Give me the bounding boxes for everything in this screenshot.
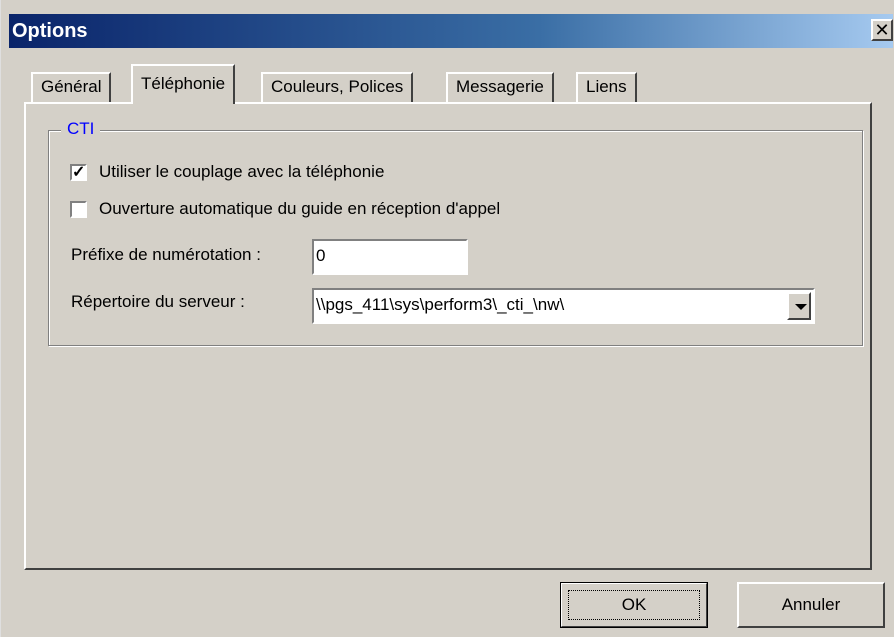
focus-rect xyxy=(568,590,700,620)
cancel-label: Annuler xyxy=(781,595,841,614)
title-bar: Options ✕ xyxy=(9,14,893,48)
tab-label: Téléphonie xyxy=(141,74,226,93)
dropdown-button[interactable] xyxy=(787,292,811,320)
server-dir-label: Répertoire du serveur : xyxy=(71,292,245,311)
tab-label: Général xyxy=(41,77,102,96)
cti-coupling-label: Utiliser le couplage avec la téléphonie xyxy=(99,162,385,181)
cancel-button[interactable]: Annuler xyxy=(737,582,885,628)
auto-open-guide-checkbox[interactable] xyxy=(70,200,87,218)
close-icon: ✕ xyxy=(874,20,890,40)
tab-label: Couleurs, Polices xyxy=(271,77,404,96)
auto-open-guide-label: Ouverture automatique du guide en récept… xyxy=(99,199,501,218)
auto-open-guide-option[interactable]: Ouverture automatique du guide en récept… xyxy=(70,199,500,219)
cti-group-title: CTI xyxy=(61,119,101,139)
chevron-down-icon xyxy=(795,304,807,310)
prefix-label: Préfixe de numérotation : xyxy=(71,245,261,264)
cti-coupling-option[interactable]: ✓ Utiliser le couplage avec la téléphoni… xyxy=(70,162,384,182)
tab-general[interactable]: Général xyxy=(31,72,112,102)
options-dialog: Options ✕ Général Téléphonie Couleurs, P… xyxy=(0,0,894,637)
tab-label: Messagerie xyxy=(456,77,544,96)
close-button[interactable]: ✕ xyxy=(871,19,893,41)
ok-button[interactable]: OK xyxy=(560,582,708,628)
prefix-input[interactable]: 0 xyxy=(312,239,468,275)
tab-liens[interactable]: Liens xyxy=(576,72,637,102)
cti-coupling-checkbox[interactable]: ✓ xyxy=(70,163,87,181)
tab-telephonie[interactable]: Téléphonie xyxy=(131,64,236,104)
prefix-value: 0 xyxy=(316,246,326,265)
window-title: Options xyxy=(12,20,88,42)
tab-label: Liens xyxy=(586,77,627,96)
tab-messagerie[interactable]: Messagerie xyxy=(446,72,554,102)
server-dir-combobox[interactable]: \\pgs_411\sys\perform3\_cti_\nw\ xyxy=(312,288,815,324)
server-dir-value: \\pgs_411\sys\perform3\_cti_\nw\ xyxy=(316,295,565,314)
tab-couleurs-polices[interactable]: Couleurs, Polices xyxy=(261,72,414,102)
